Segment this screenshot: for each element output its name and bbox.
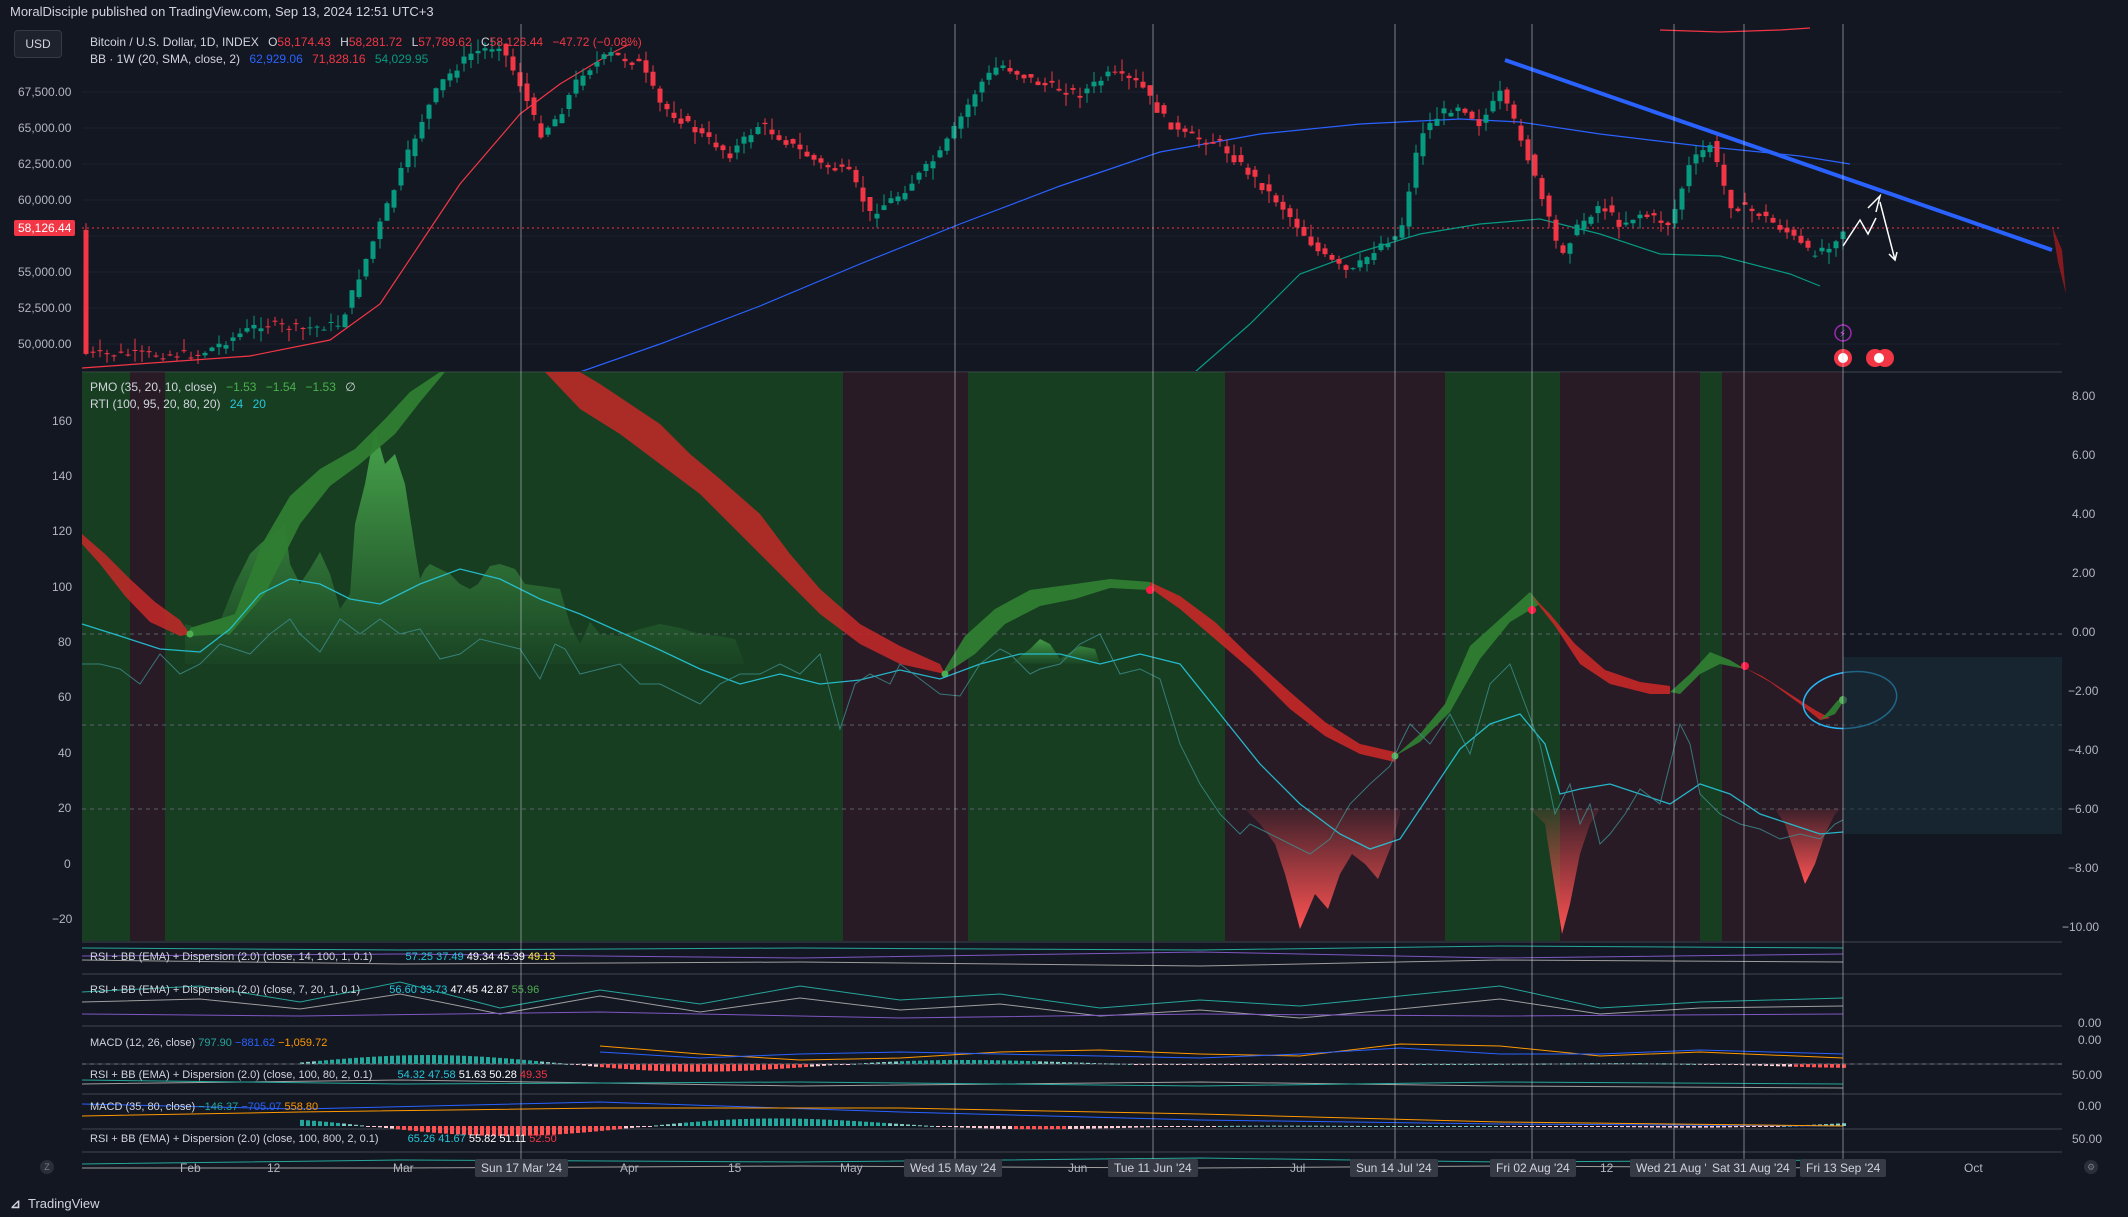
right-tick: −8.00 (2068, 861, 2099, 875)
right-tick: −4.00 (2068, 743, 2099, 757)
price-tick: 62,500.00 (18, 157, 72, 171)
left-tick: 160 (52, 414, 73, 428)
last-price-badge: 58,126.44 (14, 220, 76, 236)
right-tick: 4.00 (2072, 507, 2096, 521)
timezone-button[interactable]: Z (40, 1160, 54, 1174)
ohlc-close: C58,126.44 (480, 35, 544, 49)
sub-axis-tick: 50.00 (2072, 1132, 2103, 1146)
zone-band (82, 372, 130, 942)
sub-axis-tick: 0.00 (2078, 1016, 2102, 1030)
price-change: −47.72 (−0.08%) (552, 35, 642, 49)
pmo-rti-pane[interactable] (81, 372, 2062, 942)
tradingview-logo-text[interactable]: TradingView (28, 1196, 100, 1211)
price-tick: 52,500.00 (18, 301, 72, 315)
currency-button[interactable]: USD (14, 30, 62, 58)
price-tick: 55,000.00 (18, 265, 72, 279)
ohlc-open: O58,174.43 (268, 35, 331, 49)
sub-legend-rsi-100-80: RSI + BB (EMA) + Dispersion (2.0) (close… (90, 1069, 548, 1081)
left-tick: 80 (58, 635, 72, 649)
sub-legend-rsi-100-800: RSI + BB (EMA) + Dispersion (2.0) (close… (90, 1133, 557, 1145)
right-tick: −6.00 (2068, 802, 2099, 816)
bb-legend: BB · 1W (20, SMA, close, 2) 62,929.06 71… (90, 51, 434, 67)
sub-legend-macd-12-26: MACD (12, 26, close) 797.90 −881.62 −1,0… (90, 1037, 328, 1049)
sub-axis-tick: 0.00 (2078, 1033, 2102, 1047)
main-legend: Bitcoin / U.S. Dollar, 1D, INDEX O58,174… (90, 34, 648, 50)
bb-label[interactable]: BB · 1W (20, SMA, close, 2) (90, 52, 240, 66)
ohlc-low: L57,789.62 (411, 35, 472, 49)
pmo-legend: PMO (35, 20, 10, close) −1.53 −1.54 −1.5… (90, 380, 356, 394)
bb-lower-value: 54,029.95 (374, 52, 429, 66)
left-tick: 120 (52, 524, 73, 538)
left-tick: 40 (58, 746, 72, 760)
rti-label[interactable]: RTI (100, 95, 20, 80, 20) (90, 397, 221, 411)
right-tick: 8.00 (2072, 389, 2096, 403)
right-tick: 0.00 (2072, 625, 2096, 639)
time-axis[interactable]: Feb 12 Mar Sun 17 Mar '24 Apr 15 May Wed… (0, 1158, 2128, 1182)
price-tick: 67,500.00 (18, 85, 72, 99)
right-tick: −10.00 (2062, 920, 2100, 934)
tradingview-logo-icon: ⊿ (10, 1196, 21, 1211)
price-tick: 50,000.00 (18, 337, 72, 351)
left-tick: 20 (58, 801, 72, 815)
footer: ⊿ TradingView (0, 1190, 2128, 1217)
left-tick: 0 (64, 857, 71, 871)
rti-legend: RTI (100, 95, 20, 80, 20) 24 20 (90, 397, 266, 411)
sub-legend-macd-35-80: MACD (35, 80, close) −146.37 −705.07 558… (90, 1101, 319, 1113)
sub-axis-tick: 50.00 (2072, 1068, 2103, 1082)
publisher-text: MoralDisciple published on TradingView.c… (10, 4, 434, 19)
right-tick: 2.00 (2072, 566, 2096, 580)
right-tick: 6.00 (2072, 448, 2096, 462)
bb-basis-value: 62,929.06 (249, 52, 303, 66)
chart-canvas[interactable]: ⚡ (0, 24, 2128, 1190)
symbol-title[interactable]: Bitcoin / U.S. Dollar, 1D, INDEX (90, 35, 259, 49)
zone-band (130, 372, 165, 942)
settings-gear-icon[interactable]: ⚙ (2084, 1160, 2098, 1174)
left-tick: 140 (52, 469, 73, 483)
left-tick: 100 (52, 580, 73, 594)
left-tick: −20 (52, 912, 73, 926)
ohlc-high: H58,281.72 (340, 35, 403, 49)
right-tick: −2.00 (2068, 684, 2099, 698)
sub-legend-rsi-7: RSI + BB (EMA) + Dispersion (2.0) (close… (90, 984, 540, 996)
left-tick: 60 (58, 690, 72, 704)
sub-legend-rsi-14: RSI + BB (EMA) + Dispersion (2.0) (close… (90, 951, 556, 963)
pmo-label[interactable]: PMO (35, 20, 10, close) (90, 380, 217, 394)
publisher-bar: MoralDisciple published on TradingView.c… (0, 0, 2128, 24)
price-tick: 65,000.00 (18, 121, 72, 135)
bb-upper-value: 71,828.16 (312, 52, 366, 66)
zone-band (1722, 372, 1843, 942)
price-tick: 60,000.00 (18, 193, 72, 207)
zone-band (1445, 372, 1560, 942)
sub-axis-tick: 0.00 (2078, 1099, 2102, 1113)
